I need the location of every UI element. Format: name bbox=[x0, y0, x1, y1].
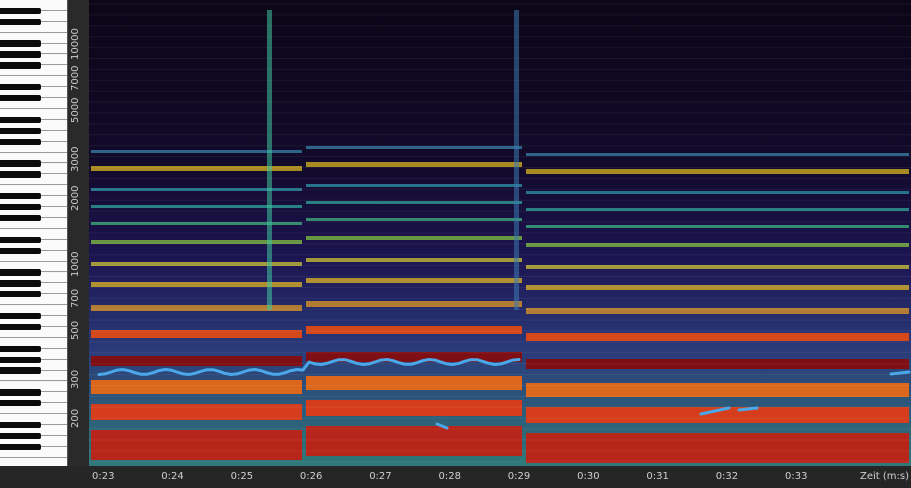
frequency-tick-label: 2000 bbox=[70, 185, 81, 211]
harmonic-band bbox=[91, 380, 302, 394]
piano-black-key[interactable] bbox=[0, 7, 41, 15]
time-tick-label: 0:32 bbox=[715, 471, 739, 482]
harmonic-band bbox=[306, 184, 522, 187]
spectrogram-app: 10000 7000 5000 3000 2000 1000 700 500 300 200 Ze… bbox=[0, 0, 911, 488]
frequency-tick-label: 300 bbox=[70, 369, 81, 389]
piano-black-key[interactable] bbox=[0, 51, 41, 58]
harmonic-band bbox=[526, 333, 909, 341]
piano-black-key[interactable] bbox=[0, 356, 41, 363]
harmonic-band bbox=[306, 218, 522, 221]
time-tick-label: 0:28 bbox=[438, 471, 461, 482]
piano-black-key[interactable] bbox=[0, 421, 41, 429]
piano-black-key[interactable] bbox=[0, 432, 41, 440]
harmonic-band bbox=[306, 236, 522, 240]
piano-black-key[interactable] bbox=[0, 214, 41, 222]
transient-marker bbox=[514, 10, 519, 310]
harmonic-band bbox=[306, 146, 522, 149]
piano-black-key[interactable] bbox=[0, 171, 41, 178]
time-tick-label: 0:27 bbox=[369, 471, 392, 482]
harmonic-band bbox=[306, 400, 522, 416]
piano-black-key[interactable] bbox=[0, 247, 41, 254]
time-tick-label: 0:30 bbox=[577, 471, 600, 482]
harmonic-band bbox=[526, 208, 909, 211]
frequency-tick-label: 10000 bbox=[70, 28, 81, 60]
time-tick-label: 0:33 bbox=[785, 471, 808, 482]
time-tick-label: 0:29 bbox=[507, 471, 531, 482]
piano-black-key[interactable] bbox=[0, 389, 41, 396]
harmonic-band bbox=[306, 376, 522, 390]
frequency-axis: 10000 7000 5000 3000 2000 1000 700 500 300 200 bbox=[68, 0, 89, 466]
harmonic-band bbox=[306, 162, 522, 167]
harmonic-band bbox=[91, 404, 302, 420]
axis-corner bbox=[0, 466, 89, 488]
piano-black-key[interactable] bbox=[0, 193, 41, 200]
harmonic-band bbox=[306, 258, 522, 262]
pitch-contour-segment bbox=[889, 370, 911, 376]
piano-black-key[interactable] bbox=[0, 160, 41, 167]
piano-black-key[interactable] bbox=[0, 116, 41, 124]
frequency-tick-label: 200 bbox=[70, 408, 81, 428]
harmonic-band bbox=[306, 278, 522, 283]
harmonic-band bbox=[306, 426, 522, 456]
pitch-contour-segment bbox=[737, 406, 759, 412]
frequency-tick-label: 3000 bbox=[70, 146, 81, 172]
harmonic-band bbox=[91, 356, 302, 366]
piano-black-key[interactable] bbox=[0, 40, 41, 47]
time-tick-label: 0:31 bbox=[646, 471, 669, 482]
harmonic-band bbox=[306, 201, 522, 204]
piano-black-key[interactable] bbox=[0, 443, 41, 451]
piano-black-key[interactable] bbox=[0, 312, 41, 320]
spectrogram-view[interactable] bbox=[89, 0, 911, 466]
time-tick-label: 0:26 bbox=[299, 471, 323, 482]
transient-marker bbox=[267, 10, 272, 310]
harmonic-band bbox=[526, 169, 909, 174]
piano-black-key[interactable] bbox=[0, 84, 41, 91]
piano-black-key[interactable] bbox=[0, 138, 41, 145]
time-tick-label: 0:23 bbox=[92, 471, 115, 482]
harmonic-band bbox=[306, 326, 522, 334]
harmonic-band bbox=[526, 191, 909, 194]
piano-black-key[interactable] bbox=[0, 323, 41, 331]
piano-black-key[interactable] bbox=[0, 127, 41, 134]
piano-white-key[interactable] bbox=[0, 457, 67, 466]
harmonic-band bbox=[306, 301, 522, 307]
frequency-tick-label: 1000 bbox=[70, 251, 81, 277]
piano-black-key[interactable] bbox=[0, 236, 41, 243]
piano-black-key[interactable] bbox=[0, 62, 41, 69]
time-tick-label: 0:24 bbox=[161, 471, 184, 482]
piano-black-key[interactable] bbox=[0, 345, 41, 352]
time-tick-label: 0:25 bbox=[230, 471, 254, 482]
piano-black-key[interactable] bbox=[0, 94, 41, 102]
harmonic-band bbox=[526, 225, 909, 228]
frequency-tick-label: 700 bbox=[70, 288, 81, 308]
frequency-tick-label: 5000 bbox=[70, 97, 81, 124]
harmonic-band bbox=[526, 433, 909, 463]
piano-black-key[interactable] bbox=[0, 203, 41, 211]
piano-black-key[interactable] bbox=[0, 367, 41, 374]
piano-keyboard[interactable] bbox=[0, 0, 68, 466]
piano-black-key[interactable] bbox=[0, 400, 41, 407]
time-axis-label: Zeit (m:s) bbox=[859, 471, 909, 482]
harmonic-band bbox=[526, 153, 909, 156]
frequency-tick-label: 500 bbox=[70, 320, 81, 340]
harmonic-band bbox=[91, 430, 302, 460]
frequency-tick-label: 7000 bbox=[70, 65, 81, 91]
piano-black-key[interactable] bbox=[0, 18, 41, 25]
time-axis: Zeit (m:s) 0:23 0:24 0:25 0:26 0:27 0:28 0:29 0… bbox=[89, 466, 911, 488]
piano-black-key[interactable] bbox=[0, 280, 41, 287]
piano-black-key[interactable] bbox=[0, 291, 41, 298]
piano-black-key[interactable] bbox=[0, 269, 41, 276]
